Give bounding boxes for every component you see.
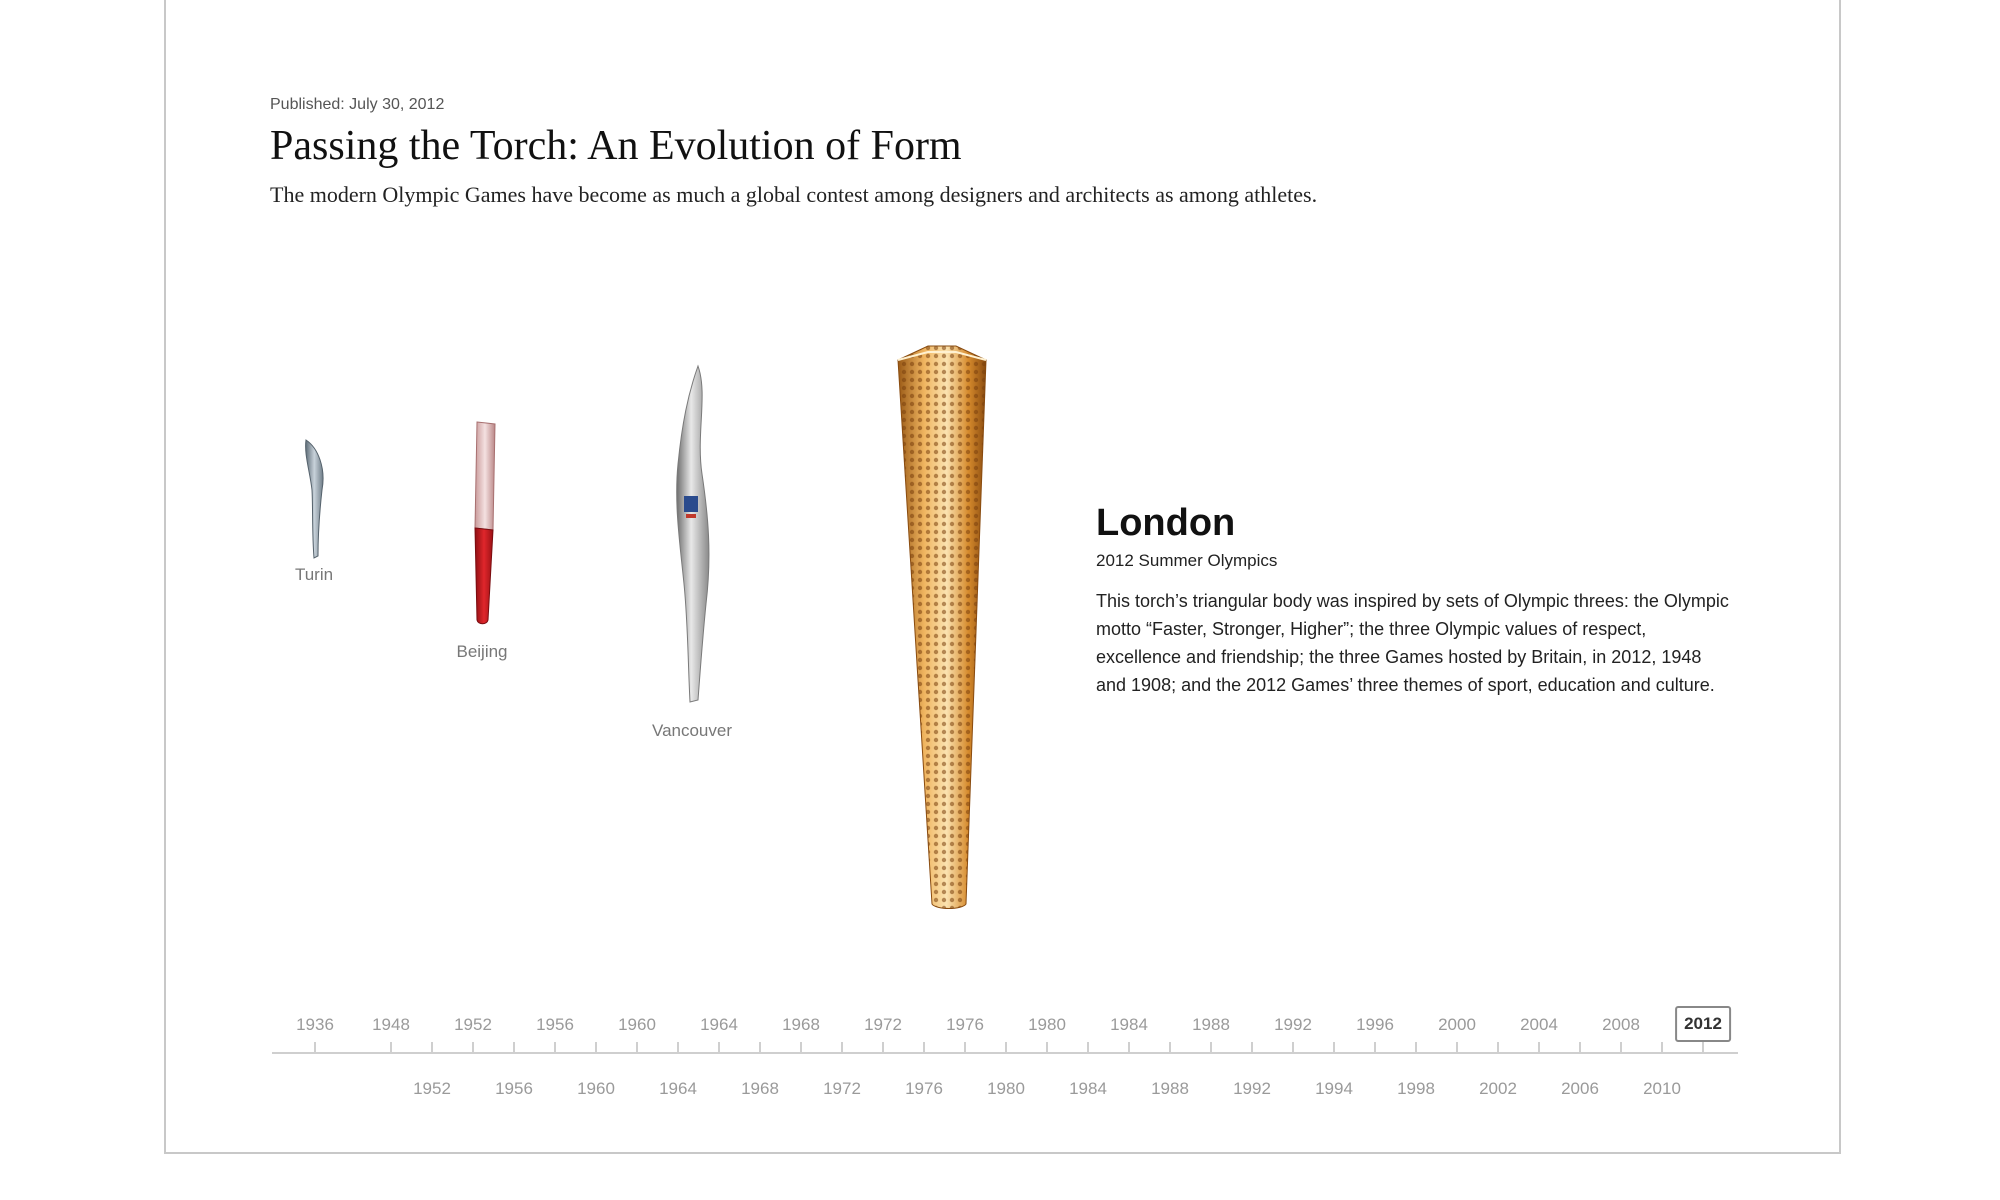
- timeline-year-1984[interactable]: 1984: [1104, 1012, 1154, 1038]
- torch-vancouver[interactable]: [668, 364, 720, 706]
- publish-date: Published: July 30, 2012: [270, 96, 445, 113]
- timeline-tick: [1087, 1042, 1089, 1052]
- timeline-winter-year-1972[interactable]: 1972: [817, 1076, 867, 1102]
- timeline-tick: [1005, 1042, 1007, 1052]
- timeline-winter-year-2006[interactable]: 2006: [1555, 1076, 1605, 1102]
- torch-london[interactable]: [892, 344, 992, 910]
- timeline-tick: [1292, 1042, 1294, 1052]
- timeline-year-1972[interactable]: 1972: [858, 1012, 908, 1038]
- timeline-tick: [1702, 1042, 1704, 1052]
- timeline-year-1988[interactable]: 1988: [1186, 1012, 1236, 1038]
- page-subtitle: The modern Olympic Games have become as …: [270, 182, 1318, 207]
- vancouver-emblem-icon: [684, 496, 698, 512]
- timeline-year-1936[interactable]: 1936: [290, 1012, 340, 1038]
- timeline-tick: [1374, 1042, 1376, 1052]
- beijing-torch-image: [474, 421, 496, 625]
- timeline-tick: [841, 1042, 843, 1052]
- timeline-tick: [595, 1042, 597, 1052]
- timeline-tick: [1128, 1042, 1130, 1052]
- torch-label-turin: Turin: [294, 565, 334, 584]
- selected-games: 2012 Summer Olympics: [1096, 551, 1278, 570]
- timeline-tick: [1169, 1042, 1171, 1052]
- timeline-top-row: 1936 1948 1952 1956 1960 1964 1968 1972 …: [270, 1006, 1740, 1042]
- timeline-tick: [1046, 1042, 1048, 1052]
- timeline-tick: [636, 1042, 638, 1052]
- timeline-winter-year-1980[interactable]: 1980: [981, 1076, 1031, 1102]
- timeline-tick: [554, 1042, 556, 1052]
- torch-beijing[interactable]: [464, 420, 500, 628]
- london-torch-image: [897, 345, 987, 909]
- turin-torch-image: [305, 439, 324, 559]
- timeline-year-1976[interactable]: 1976: [940, 1012, 990, 1038]
- timeline-tick: [1579, 1042, 1581, 1052]
- timeline-year-2000[interactable]: 2000: [1432, 1012, 1482, 1038]
- timeline-winter-year-1988[interactable]: 1988: [1145, 1076, 1195, 1102]
- timeline-tick: [1538, 1042, 1540, 1052]
- timeline-tick: [314, 1042, 316, 1052]
- timeline-bottom-row: 1952 1956 1960 1964 1968 1972 1976 1980 …: [270, 1076, 1740, 1102]
- year-timeline: 1936 1948 1952 1956 1960 1964 1968 1972 …: [270, 1000, 1740, 1110]
- timeline-tick: [718, 1042, 720, 1052]
- timeline-year-1980[interactable]: 1980: [1022, 1012, 1072, 1038]
- selected-city: London: [1096, 502, 1236, 544]
- timeline-winter-year-2002[interactable]: 2002: [1473, 1076, 1523, 1102]
- timeline-tick: [1456, 1042, 1458, 1052]
- timeline-tick: [1415, 1042, 1417, 1052]
- timeline-winter-year-1964[interactable]: 1964: [653, 1076, 703, 1102]
- timeline-winter-year-1952[interactable]: 1952: [407, 1076, 457, 1102]
- timeline-axis: [272, 1052, 1738, 1054]
- timeline-winter-year-1984[interactable]: 1984: [1063, 1076, 1113, 1102]
- timeline-year-1956[interactable]: 1956: [530, 1012, 580, 1038]
- timeline-year-2008[interactable]: 2008: [1596, 1012, 1646, 1038]
- timeline-year-2004[interactable]: 2004: [1514, 1012, 1564, 1038]
- timeline-winter-year-1960[interactable]: 1960: [571, 1076, 621, 1102]
- timeline-tick: [1210, 1042, 1212, 1052]
- torch-label-beijing: Beijing: [456, 642, 508, 661]
- timeline-winter-year-1998[interactable]: 1998: [1391, 1076, 1441, 1102]
- timeline-year-1968[interactable]: 1968: [776, 1012, 826, 1038]
- timeline-tick: [1333, 1042, 1335, 1052]
- timeline-year-1952[interactable]: 1952: [448, 1012, 498, 1038]
- timeline-winter-year-2010[interactable]: 2010: [1637, 1076, 1687, 1102]
- vancouver-torch-image: [676, 364, 710, 703]
- selected-description: This torch’s triangular body was inspire…: [1096, 591, 1729, 695]
- timeline-tick: [1620, 1042, 1622, 1052]
- timeline-year-1948[interactable]: 1948: [366, 1012, 416, 1038]
- timeline-tick: [800, 1042, 802, 1052]
- timeline-winter-year-1994[interactable]: 1994: [1309, 1076, 1359, 1102]
- timeline-year-1964[interactable]: 1964: [694, 1012, 744, 1038]
- timeline-tick: [513, 1042, 515, 1052]
- timeline-year-1996[interactable]: 1996: [1350, 1012, 1400, 1038]
- torch-turin[interactable]: [296, 438, 332, 560]
- timeline-winter-year-1992[interactable]: 1992: [1227, 1076, 1277, 1102]
- torch-label-vancouver: Vancouver: [651, 721, 733, 740]
- timeline-year-1960[interactable]: 1960: [612, 1012, 662, 1038]
- timeline-tick: [923, 1042, 925, 1052]
- timeline-winter-year-1956[interactable]: 1956: [489, 1076, 539, 1102]
- timeline-tick: [1497, 1042, 1499, 1052]
- timeline-winter-year-1976[interactable]: 1976: [899, 1076, 949, 1102]
- timeline-tick: [759, 1042, 761, 1052]
- torch-info-panel: London 2012 Summer Olympics This torch’s…: [1096, 502, 1736, 699]
- timeline-winter-year-1968[interactable]: 1968: [735, 1076, 785, 1102]
- timeline-tick: [1251, 1042, 1253, 1052]
- timeline-tick: [390, 1042, 392, 1052]
- timeline-tick: [882, 1042, 884, 1052]
- page-title: Passing the Torch: An Evolution of Form: [270, 123, 962, 169]
- timeline-year-1992[interactable]: 1992: [1268, 1012, 1318, 1038]
- timeline-tick: [964, 1042, 966, 1052]
- timeline-tick: [472, 1042, 474, 1052]
- timeline-tick: [677, 1042, 679, 1052]
- timeline-year-2012-selected[interactable]: 2012: [1675, 1006, 1731, 1042]
- timeline-tick: [1661, 1042, 1663, 1052]
- timeline-tick: [431, 1042, 433, 1052]
